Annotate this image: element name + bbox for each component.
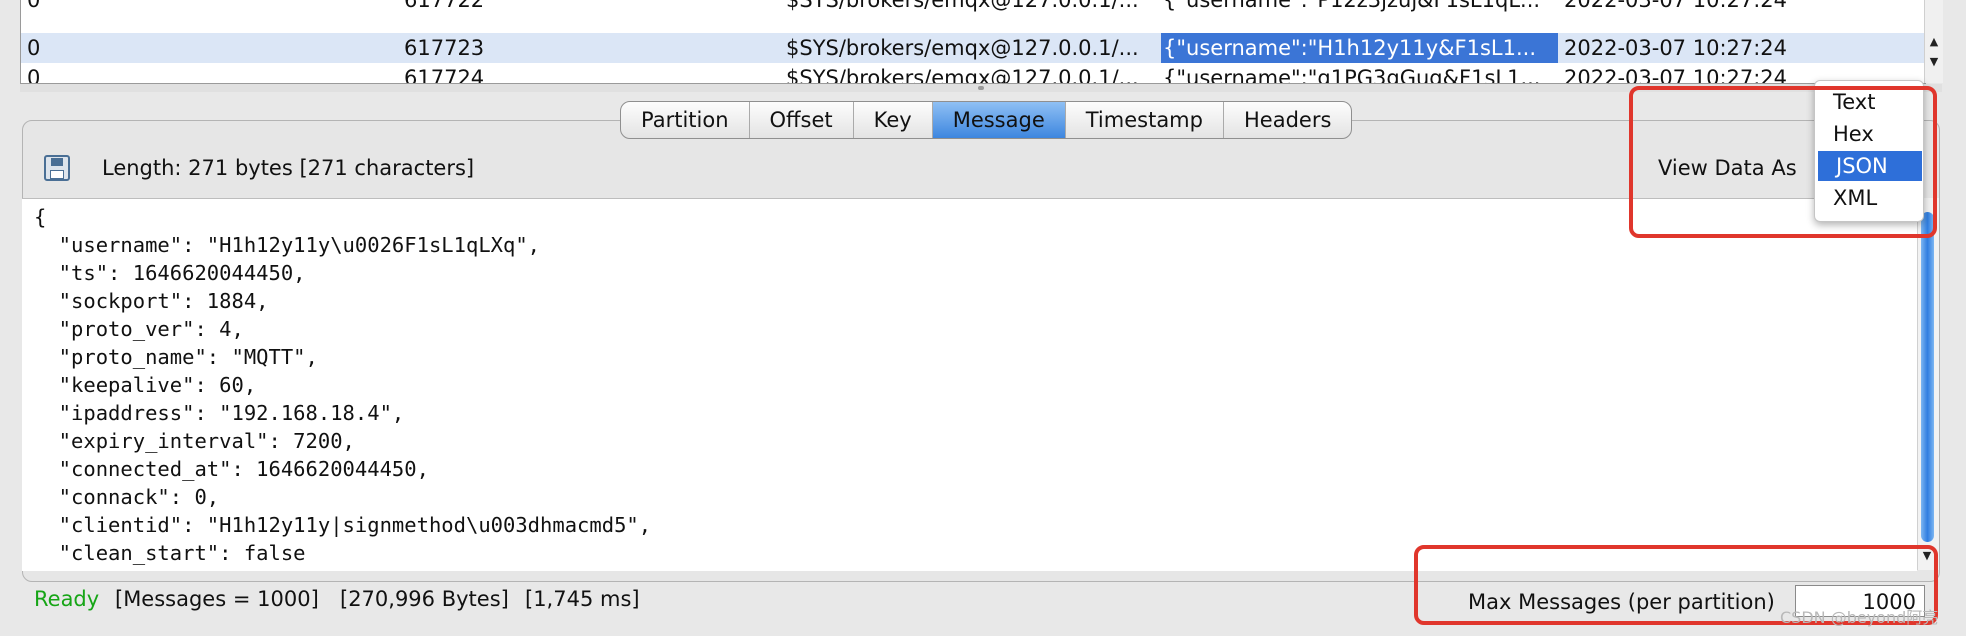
table-row-selected[interactable]: 0 617723 $SYS/brokers/emqx@127.0.0.1/...… — [21, 33, 1925, 63]
table-row[interactable]: 0 617722 $SYS/brokers/emqx@127.0.0.1/...… — [21, 0, 1925, 15]
tab-partition[interactable]: Partition — [621, 102, 750, 138]
scrollbar-thumb[interactable] — [1921, 212, 1934, 542]
status-ready: Ready — [34, 587, 100, 611]
message-cell: {"username":"P12z3jzuj&F1sL1qL... — [1163, 0, 1541, 12]
message-cell: {"username":"g1PG3gGug&F1sL1... — [1163, 66, 1541, 84]
status-bytes: [270,996 Bytes] — [340, 587, 509, 611]
watermark: CSDN @beyond阿亮 — [1780, 608, 1939, 627]
max-messages-label: Max Messages (per partition) — [1468, 590, 1775, 614]
table-row[interactable]: 0 617724 $SYS/brokers/emqx@127.0.0.1/...… — [21, 63, 1925, 84]
highlight-box-view-as — [1629, 86, 1937, 238]
partition-cell: 0 — [27, 0, 41, 12]
detail-tabs: Partition Offset Key Message Timestamp H… — [620, 101, 1353, 139]
scroll-up-icon[interactable]: ▲ — [1925, 34, 1943, 50]
key-cell: $SYS/brokers/emqx@127.0.0.1/... — [786, 66, 1139, 84]
message-table: 0 617722 $SYS/brokers/emqx@127.0.0.1/...… — [20, 0, 1926, 84]
timestamp-cell: 2022-03-07 10:27:24 — [1564, 36, 1788, 60]
tab-timestamp[interactable]: Timestamp — [1066, 102, 1224, 138]
status-time: [1,745 ms] — [525, 587, 640, 611]
status-message-count: [Messages = 1000] — [115, 587, 319, 611]
message-length: Length: 271 bytes [271 characters] — [102, 156, 475, 180]
json-content: { "username": "H1h12y11y\u0026F1sL1qLXq"… — [34, 205, 652, 571]
scroll-down-icon[interactable]: ▼ — [1925, 54, 1943, 70]
timestamp-cell: 2022-03-07 10:27:24 — [1564, 66, 1788, 84]
offset-cell: 617724 — [404, 66, 485, 84]
tab-key[interactable]: Key — [854, 102, 933, 138]
key-cell: $SYS/brokers/emqx@127.0.0.1/... — [786, 36, 1139, 60]
timestamp-cell: 2022-03-07 10:27:24 — [1564, 0, 1788, 12]
save-icon[interactable] — [44, 155, 70, 181]
offset-cell: 617722 — [404, 0, 485, 12]
tab-offset[interactable]: Offset — [750, 102, 854, 138]
tab-message[interactable]: Message — [932, 102, 1066, 138]
key-cell: $SYS/brokers/emqx@127.0.0.1/... — [786, 0, 1139, 12]
tab-headers[interactable]: Headers — [1224, 102, 1351, 138]
partition-cell: 0 — [27, 36, 41, 60]
divider-grip-icon — [978, 86, 984, 90]
offset-cell: 617723 — [404, 36, 485, 60]
table-scrollbar[interactable]: ▲ ▼ — [1924, 0, 1943, 83]
message-cell: {"username":"H1h12y11y&F1sL1... — [1161, 33, 1558, 63]
message-text-area[interactable]: { "username": "H1h12y11y\u0026F1sL1qLXq"… — [22, 198, 1917, 571]
partition-cell: 0 — [27, 66, 41, 84]
